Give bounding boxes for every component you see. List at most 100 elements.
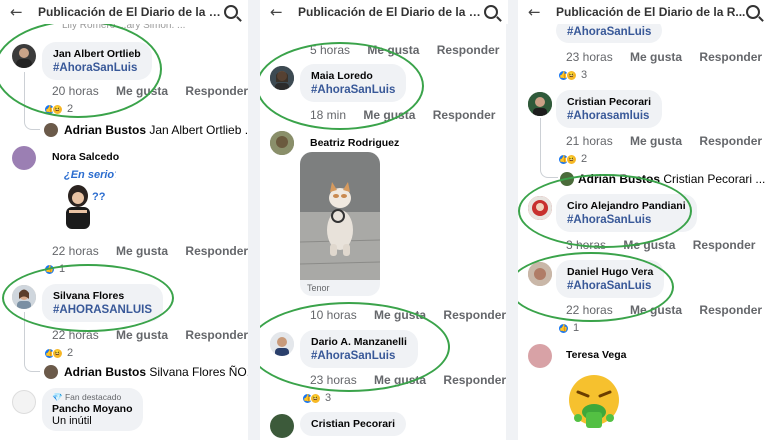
screenshot-panel-2: ← Publicación de El Diario de la R... 5 … bbox=[260, 0, 508, 440]
like-button[interactable]: Me gusta bbox=[116, 328, 168, 342]
comment-text[interactable]: #AhoraSanLuis bbox=[311, 350, 407, 362]
like-button[interactable]: Me gusta bbox=[623, 238, 675, 252]
gif-attachment[interactable]: Tenor bbox=[300, 152, 380, 296]
reply-button[interactable]: Responder bbox=[699, 50, 762, 64]
like-button[interactable]: Me gusta bbox=[630, 50, 682, 64]
reply-button[interactable]: Responder bbox=[443, 308, 506, 322]
like-button[interactable]: Me gusta bbox=[630, 303, 682, 317]
comment-actions: 5 horas Me gusta Responder bbox=[310, 43, 508, 57]
reply-preview[interactable]: Adrian Bustos Cristian Pecorari ... bbox=[578, 172, 765, 186]
avatar[interactable] bbox=[12, 146, 36, 170]
top-bar: ← Publicación de El Diario de la R... bbox=[260, 0, 508, 24]
comment-text[interactable]: #AhoraSanLuis bbox=[567, 280, 653, 292]
reply-button[interactable]: Responder bbox=[185, 244, 248, 258]
comment-text[interactable]: #Ahorasamluis bbox=[567, 110, 651, 122]
screenshot-panel-3: ← Publicación de El Diario de la R... #A… bbox=[518, 0, 770, 440]
like-button[interactable]: Me gusta bbox=[116, 84, 168, 98]
reply-preview[interactable]: Adrian Bustos Silvana Flores ÑO... bbox=[64, 365, 248, 379]
reaction-summary[interactable]: 👍 1 bbox=[44, 263, 65, 275]
sticker-image[interactable]: ¿En serio? ?? bbox=[50, 166, 121, 236]
reply-button[interactable]: Responder bbox=[699, 303, 762, 317]
haha-reaction-icon: 😆 bbox=[52, 103, 63, 115]
like-button[interactable]: Me gusta bbox=[374, 373, 426, 387]
comment-actions: 3 horas Me gusta Responder bbox=[566, 238, 769, 252]
diamond-icon: 💎 bbox=[52, 392, 63, 402]
comment-bubble: Cristian Pecorari bbox=[300, 412, 407, 436]
reply-button[interactable]: Responder bbox=[185, 84, 248, 98]
reaction-summary[interactable]: 👍 😆 3 bbox=[302, 392, 331, 404]
back-arrow-icon[interactable]: ← bbox=[528, 3, 548, 21]
reply-button[interactable]: Responder bbox=[699, 134, 762, 148]
avatar[interactable] bbox=[528, 196, 552, 220]
reply-button[interactable]: Responder bbox=[185, 328, 248, 342]
reaction-summary[interactable]: 👍 1 bbox=[558, 322, 579, 334]
reaction-count: 2 bbox=[581, 153, 588, 165]
comment-time: 23 horas bbox=[310, 373, 357, 387]
comment-text[interactable]: #AhoraSanLuis bbox=[53, 62, 141, 74]
commenter-name[interactable]: Pancho Moyano bbox=[52, 403, 133, 415]
comment-actions: 20 horas Me gusta Responder bbox=[52, 84, 248, 98]
avatar[interactable] bbox=[270, 66, 294, 90]
commenter-name[interactable]: Cristian Pecorari bbox=[311, 418, 395, 430]
reaction-summary[interactable]: 👍 😆 2 bbox=[44, 347, 73, 359]
commenter-name[interactable]: Silvana Flores bbox=[53, 290, 152, 302]
avatar[interactable] bbox=[528, 344, 552, 368]
back-arrow-icon[interactable]: ← bbox=[10, 3, 30, 21]
avatar[interactable] bbox=[270, 332, 294, 356]
avatar[interactable] bbox=[270, 131, 294, 155]
like-button[interactable]: Me gusta bbox=[363, 108, 415, 122]
reaction-summary[interactable]: 👍 😆 2 bbox=[558, 153, 587, 165]
commenter-name[interactable]: Nora Salcedo bbox=[52, 151, 119, 163]
avatar[interactable] bbox=[528, 92, 552, 116]
commenter-name[interactable]: Teresa Vega bbox=[566, 349, 627, 361]
like-button[interactable]: Me gusta bbox=[374, 308, 426, 322]
like-button[interactable]: Me gusta bbox=[116, 244, 168, 258]
comment-bubble: Dario A. Manzanelli #AhoraSanLuis bbox=[300, 330, 418, 368]
sticker-text: ¿En serio? bbox=[64, 169, 116, 181]
avatar[interactable] bbox=[270, 414, 294, 438]
like-button[interactable]: Me gusta bbox=[630, 134, 682, 148]
comment-text[interactable]: #AhoraSanLuis bbox=[567, 214, 686, 226]
like-reaction-icon: 👍 bbox=[558, 322, 569, 334]
reaction-summary[interactable]: 👍 😆 3 bbox=[558, 69, 587, 81]
comment-text[interactable]: #AhoraSanLuis bbox=[311, 84, 395, 96]
avatar[interactable] bbox=[12, 44, 36, 68]
reply-button[interactable]: Responder bbox=[693, 238, 756, 252]
gif-source: Tenor bbox=[307, 283, 330, 293]
avatar[interactable] bbox=[12, 390, 36, 414]
thread-line bbox=[24, 72, 40, 130]
avatar[interactable] bbox=[12, 285, 36, 309]
reply-text: Jan Albert Ortlieb ... bbox=[149, 123, 248, 137]
commenter-name[interactable]: Daniel Hugo Vera bbox=[567, 266, 653, 278]
reply-text: Silvana Flores ÑO... bbox=[149, 365, 248, 379]
comment-text[interactable]: #AhoraSanLuis bbox=[567, 26, 651, 38]
commenter-name[interactable]: Cristian Pecorari bbox=[567, 96, 651, 108]
top-bar: ← Publicación de El Diario de la R... bbox=[518, 0, 770, 24]
panel-divider bbox=[506, 0, 518, 440]
avatar[interactable] bbox=[560, 172, 574, 186]
search-icon[interactable] bbox=[224, 5, 238, 19]
vomit-emoji-sticker[interactable] bbox=[564, 372, 624, 428]
comment-time: 20 horas bbox=[52, 84, 99, 98]
avatar[interactable] bbox=[44, 123, 58, 137]
panel-divider bbox=[248, 0, 260, 440]
back-arrow-icon[interactable]: ← bbox=[270, 3, 290, 21]
reply-preview[interactable]: Adrian Bustos Jan Albert Ortlieb ... bbox=[64, 123, 248, 137]
commenter-name[interactable]: Dario A. Manzanelli bbox=[311, 336, 407, 348]
reply-button[interactable]: Responder bbox=[433, 108, 496, 122]
reply-button[interactable]: Responder bbox=[443, 373, 506, 387]
avatar[interactable] bbox=[44, 365, 58, 379]
comment-actions: 23 horas Me gusta Responder bbox=[310, 373, 508, 387]
avatar[interactable] bbox=[528, 262, 552, 286]
search-icon[interactable] bbox=[746, 5, 760, 19]
commenter-name[interactable]: Maia Loredo bbox=[311, 70, 395, 82]
reaction-summary[interactable]: 👍 😆 2 bbox=[44, 103, 73, 115]
commenter-name[interactable]: Ciro Alejandro Pandiani bbox=[567, 200, 686, 212]
search-icon[interactable] bbox=[484, 5, 498, 19]
like-button[interactable]: Me gusta bbox=[367, 43, 419, 57]
comment-text: Un inútil bbox=[52, 415, 92, 427]
commenter-name[interactable]: Beatriz Rodriguez bbox=[310, 137, 399, 149]
reply-button[interactable]: Responder bbox=[437, 43, 500, 57]
commenter-name[interactable]: Jan Albert Ortlieb bbox=[53, 48, 141, 60]
comment-text[interactable]: #AHORASANLUIS bbox=[53, 304, 152, 316]
